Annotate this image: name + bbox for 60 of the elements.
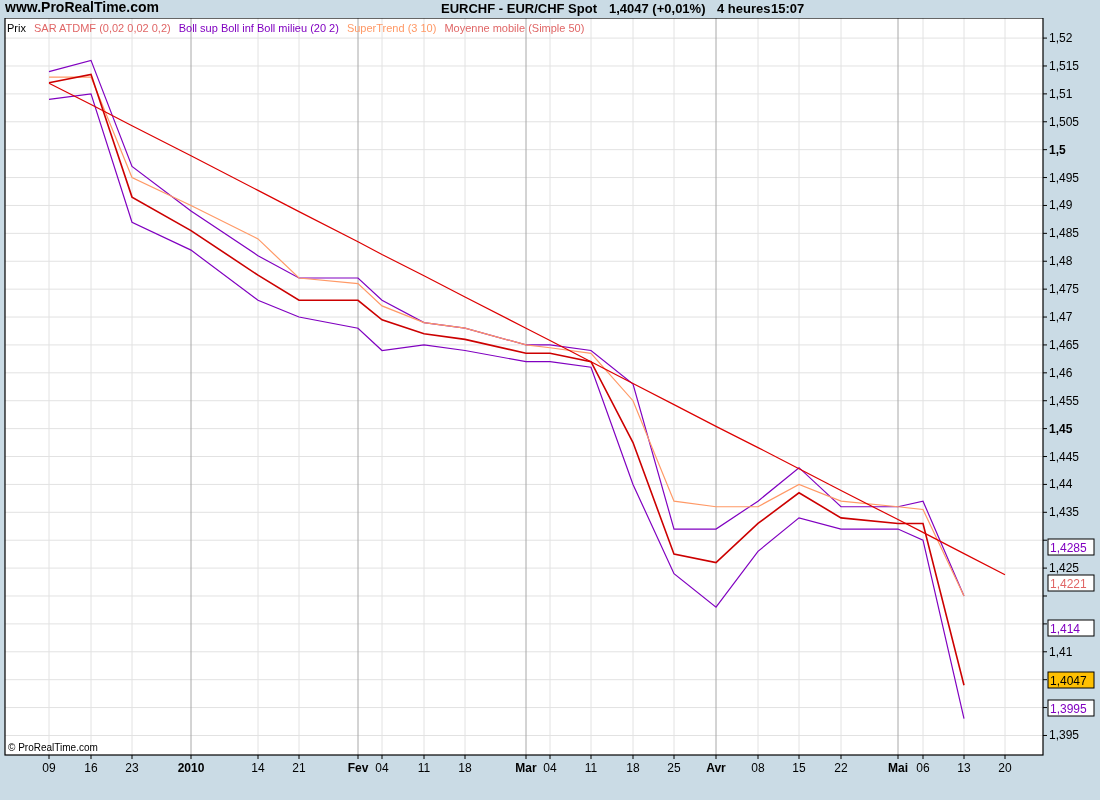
y-axis-label: 1,52 (1049, 31, 1073, 46)
y-axis-label: 1,505 (1049, 114, 1080, 129)
x-axis-label: 14 (251, 761, 265, 775)
x-axis-label: Mar (515, 761, 537, 775)
y-axis-label: 1,45 (1049, 421, 1073, 436)
time-label: 15:07 (771, 0, 805, 18)
y-axis-label: 1,51 (1049, 86, 1073, 101)
x-axis-label: Fev (347, 761, 369, 775)
price-badge: 1,4221 (1047, 574, 1095, 592)
x-axis-label: 16 (84, 761, 98, 775)
y-axis-label: 1,44 (1049, 477, 1073, 492)
x-axis-label: 15 (792, 761, 806, 775)
price-badge: 1,4285 (1047, 538, 1095, 556)
x-axis-label: 18 (458, 761, 472, 775)
x-axis-label: 08 (751, 761, 765, 775)
x-axis-label: 2010 (177, 761, 205, 775)
y-axis-label: 1,47 (1049, 310, 1073, 325)
x-axis-label: 25 (667, 761, 681, 775)
y-axis-label: 1,495 (1049, 170, 1080, 185)
y-axis-label: 1,395 (1049, 728, 1080, 743)
y-axis-label: 1,435 (1049, 505, 1080, 520)
price-badge: 1,414 (1047, 619, 1095, 637)
y-axis-label: 1,48 (1049, 254, 1073, 269)
y-axis-label: 1,46 (1049, 365, 1073, 380)
timeframe: 4 heures (717, 0, 771, 18)
x-axis-label: 11 (584, 761, 598, 775)
legend-label: Moyenne mobile (Simple 50) (444, 21, 585, 36)
x-axis-label: 20 (998, 761, 1012, 775)
y-axis-label: 1,49 (1049, 198, 1073, 213)
x-axis-label: 18 (626, 761, 640, 775)
x-axis-label: 11 (417, 761, 431, 775)
x-axis-label: 22 (834, 761, 848, 775)
y-axis-label: 1,455 (1049, 393, 1080, 408)
x-axis-label: Mai (888, 761, 908, 775)
y-axis-label: 1,475 (1049, 282, 1080, 297)
x-axis-label: Avr (706, 761, 726, 775)
instrument-name: EURCHF - EUR/CHF Spot (441, 0, 598, 18)
legend-label: SAR ATDMF (0,02 0,02 0,2) (33, 21, 171, 36)
x-axis-label: 21 (292, 761, 306, 775)
legend-label: Prix (7, 21, 26, 36)
x-axis-label: 09 (42, 761, 56, 775)
y-axis-label: 1,5 (1049, 142, 1066, 157)
y-axis-label: 1,41 (1049, 644, 1073, 659)
legend-label: SuperTrend (3 10) (346, 21, 437, 36)
y-axis-label: 1,425 (1049, 561, 1080, 576)
x-axis-label: 13 (957, 761, 971, 775)
y-axis-label: 1,445 (1049, 449, 1080, 464)
copyright-text: © ProRealTime.com (8, 742, 98, 753)
site-title[interactable]: www.ProRealTime.com (5, 0, 441, 18)
y-axis-label: 1,515 (1049, 59, 1080, 73)
last-price-badge: 1,4047 (1047, 671, 1095, 689)
x-axis-label: 04 (375, 761, 389, 775)
legend-label: Boll sup Boll inf Boll milieu (20 2) (178, 21, 339, 36)
x-axis-label: 04 (543, 761, 557, 775)
price-badge: 1,3995 (1047, 699, 1095, 717)
last-price: 1,4047 (+0,01%) (609, 0, 707, 18)
y-axis-label: 1,485 (1049, 226, 1080, 241)
x-axis-label: 23 (125, 761, 139, 775)
y-axis-label: 1,465 (1049, 337, 1080, 352)
x-axis-label: 06 (916, 761, 930, 775)
